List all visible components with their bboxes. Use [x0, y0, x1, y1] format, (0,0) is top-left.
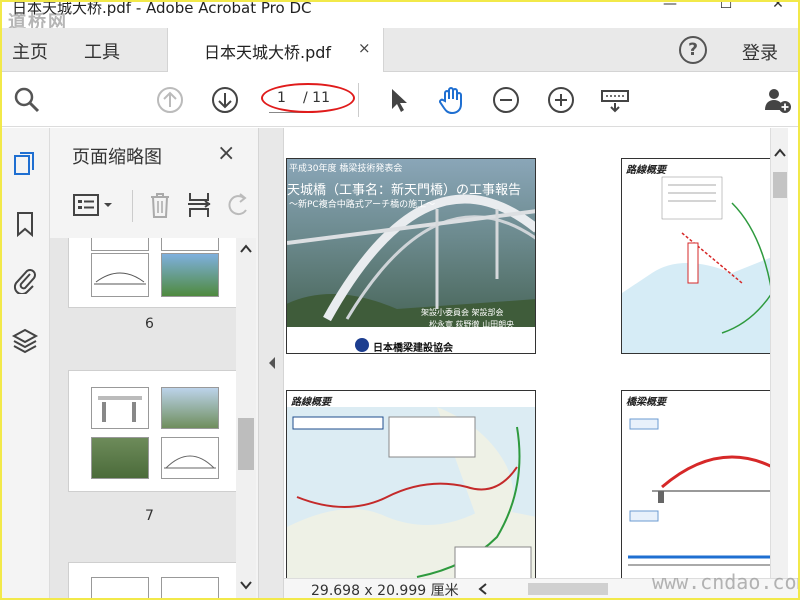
thumbnail-list: 6 7	[50, 238, 240, 598]
overview-map	[287, 407, 535, 578]
document-page-3: 路線概要	[286, 390, 536, 578]
mini-slide	[161, 577, 219, 598]
prev-page-icon[interactable]	[155, 85, 185, 115]
login-button[interactable]: 登录	[742, 39, 778, 65]
page3-title: 路線概要	[291, 397, 331, 408]
zoom-in-icon[interactable]	[546, 85, 576, 115]
panel-close-icon[interactable]: ×	[217, 141, 235, 166]
panel-title: 页面缩略图	[72, 147, 162, 168]
thumbnail-label-6: 6	[145, 316, 154, 332]
thumbnail-page-6[interactable]	[68, 238, 238, 308]
rotate-page-icon[interactable]	[226, 192, 250, 220]
mini-slide	[91, 238, 149, 251]
document-page-1: 平成30年度 橋梁技術発表会 天城橋（工事名：新天門橋）の工事報告 ～新PC複合…	[286, 158, 536, 354]
scrollbar-thumb[interactable]	[238, 418, 254, 470]
toolbar: 1 / 11	[2, 73, 798, 127]
document-view[interactable]: 平成30年度 橋梁技術発表会 天城橋（工事名：新天門橋）の工事報告 ～新PC複合…	[284, 128, 798, 578]
page-dimensions: 29.698 x 20.999 厘米	[311, 583, 459, 598]
doc-scrollbar-thumb[interactable]	[773, 172, 787, 198]
mini-slide	[161, 437, 219, 479]
mini-slide	[161, 387, 219, 429]
menu-bar: 主页 工具 日本天城大桥.pdf × ? 登录	[2, 28, 798, 72]
thumbnail-toolbar	[50, 180, 258, 234]
left-rail	[2, 128, 50, 598]
slide-line-3: ～新PC複合中路式アーチ橋の施工～	[289, 200, 436, 210]
attachment-icon[interactable]	[11, 266, 39, 294]
slide-line-2: 天城橋（工事名：新天門橋）の工事報告	[287, 183, 522, 198]
layers-icon[interactable]	[11, 326, 39, 354]
menu-home[interactable]: 主页	[12, 38, 48, 64]
tab-close-icon[interactable]: ×	[358, 39, 371, 57]
hscroll-thumb[interactable]	[528, 583, 608, 595]
mini-slide	[91, 253, 149, 297]
mini-slide	[161, 238, 219, 251]
zoom-out-icon[interactable]	[491, 85, 521, 115]
bridge-elevation	[628, 418, 780, 566]
route-map	[622, 176, 780, 353]
document-tab-label: 日本天城大桥.pdf	[204, 43, 332, 62]
slide-line-1: 平成30年度 橋梁技術発表会	[289, 164, 403, 174]
close-window-button[interactable]: ✕	[758, 2, 798, 18]
scroll-up-icon[interactable]	[240, 244, 252, 254]
thumbnail-options-icon[interactable]	[72, 192, 114, 220]
thumbnail-page-7[interactable]	[68, 370, 238, 492]
title-bar: 日本天城大桥.pdf - Adobe Acrobat Pro DC 道桥网 — …	[2, 2, 798, 33]
thumbnail-scrollbar[interactable]	[236, 238, 256, 598]
search-icon[interactable]	[12, 85, 42, 115]
mini-slide	[91, 437, 149, 479]
highlight-oval	[261, 83, 355, 113]
slide-org: 日本橋梁建設協会	[373, 343, 453, 354]
page4-title: 橋梁概要	[626, 397, 666, 408]
bookmark-icon[interactable]	[11, 210, 39, 238]
page-number-field[interactable]: 1 / 11	[261, 83, 355, 113]
acrobat-window: 日本天城大桥.pdf - Adobe Acrobat Pro DC 道桥网 — …	[2, 2, 798, 598]
panel-splitter[interactable]	[258, 128, 284, 598]
maximize-button[interactable]: ☐	[706, 2, 746, 18]
mini-slide	[91, 387, 149, 429]
watermark-bottom: www.cndao.com	[652, 570, 798, 594]
delete-page-icon[interactable]	[146, 190, 174, 220]
next-page-icon[interactable]	[210, 85, 240, 115]
mini-slide	[91, 577, 149, 598]
document-scrollbar[interactable]	[770, 128, 788, 578]
collapse-panel-icon[interactable]	[267, 356, 277, 370]
doc-scroll-up-icon[interactable]	[774, 148, 786, 158]
hscroll-left-icon[interactable]	[478, 583, 488, 595]
toolbar-divider	[358, 83, 359, 117]
document-page-2: 路線概要	[621, 158, 781, 354]
thumb-tools-divider	[132, 190, 133, 222]
thumbnail-panel: 页面缩略图 × 6 7	[50, 128, 258, 598]
menu-tools[interactable]: 工具	[84, 38, 120, 64]
mini-slide	[161, 253, 219, 297]
add-user-icon[interactable]	[762, 85, 792, 115]
thumbnail-page-8[interactable]	[68, 562, 238, 598]
slide-authors-1: 架設小委員会 架設部会	[421, 308, 504, 317]
help-button[interactable]: ?	[679, 36, 707, 64]
insert-page-icon[interactable]	[186, 190, 214, 220]
minimize-button[interactable]: —	[650, 2, 690, 18]
cursor-icon[interactable]	[384, 85, 414, 115]
keyboard-icon[interactable]	[600, 85, 630, 115]
page-thumbnails-icon[interactable]	[11, 150, 39, 178]
scroll-down-icon[interactable]	[240, 580, 252, 590]
hand-icon[interactable]	[436, 85, 466, 115]
thumbnail-label-7: 7	[145, 508, 154, 524]
document-tab[interactable]: 日本天城大桥.pdf ×	[167, 28, 384, 72]
slide-authors-2: 松永寛 荻野徹 山田朗央	[429, 320, 515, 329]
document-page-4: 橋梁概要	[621, 390, 781, 578]
